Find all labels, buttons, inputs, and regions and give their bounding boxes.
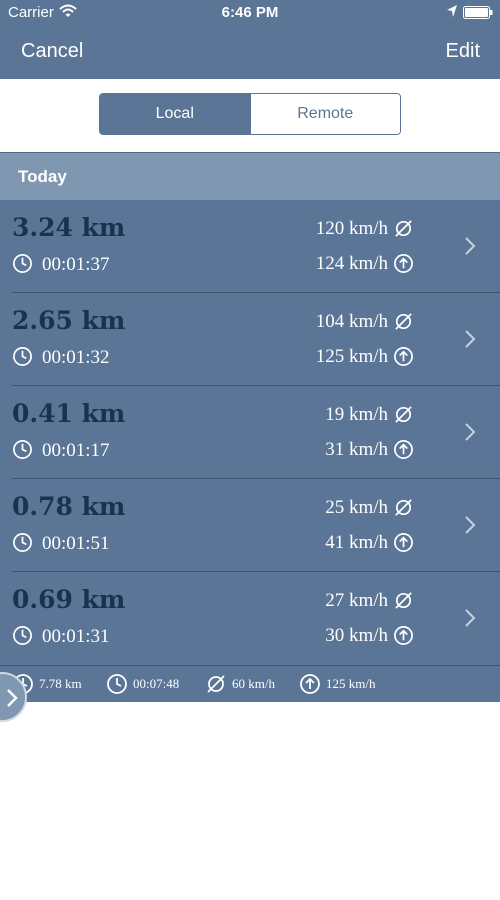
ride-avg-speed: 19 km/h [325, 404, 388, 425]
ride-row[interactable]: 3.24 km 00:01:37 120 km/h 124 km/h [0, 200, 500, 293]
status-bar: Carrier 6:46 PM [0, 0, 500, 26]
clock-icon [13, 533, 32, 552]
ride-row[interactable]: 0.41 km 00:01:17 19 km/h 31 km/h [0, 386, 500, 479]
clock-icon [13, 440, 32, 459]
ride-distance: 0.78 km [12, 492, 126, 521]
total-max-speed: 125 km/h [299, 672, 375, 696]
chevron-right-icon [465, 609, 476, 627]
total-max-speed-value: 125 km/h [326, 676, 376, 691]
status-time: 6:46 PM [221, 4, 279, 21]
chevron-right-icon [7, 689, 18, 707]
segment-remote[interactable]: Remote [249, 94, 400, 134]
arrow-up-circle-icon [394, 440, 413, 459]
ride-avg-speed: 27 km/h [325, 590, 388, 611]
arrow-up-circle-icon [394, 347, 413, 366]
clock-icon [13, 347, 32, 366]
chevron-right-icon [465, 330, 476, 348]
clock-icon [13, 254, 32, 273]
clock-icon [107, 674, 127, 694]
clock-icon [13, 626, 32, 645]
total-avg-speed-value: 60 km/h [232, 676, 275, 691]
ride-duration: 00:01:37 [42, 254, 110, 275]
edit-button[interactable]: Edit [446, 40, 480, 63]
arrow-up-circle-icon [394, 254, 413, 273]
total-duration-value: 00:07:48 [133, 676, 180, 691]
ride-duration: 00:01:31 [42, 626, 110, 647]
totals-bar: 7.78 km 00:07:48 60 km/h 125 km/h [0, 665, 500, 702]
section-title: Today [18, 167, 67, 186]
cancel-button[interactable]: Cancel [21, 40, 83, 63]
ride-avg-speed: 25 km/h [325, 497, 388, 518]
arrow-up-circle-icon [394, 626, 413, 645]
arrow-up-circle-icon [300, 674, 320, 694]
chevron-right-icon [465, 423, 476, 441]
ride-row[interactable]: 0.78 km 00:01:51 25 km/h 41 km/h [0, 479, 500, 572]
ride-duration: 00:01:17 [42, 440, 110, 461]
ride-distance: 3.24 km [12, 213, 126, 242]
segment-local[interactable]: Local [100, 94, 250, 134]
segment-bar: Local Remote [0, 79, 500, 152]
chevron-right-icon [465, 237, 476, 255]
ride-distance: 2.65 km [12, 306, 126, 335]
chevron-right-icon [465, 516, 476, 534]
segmented-control: Local Remote [99, 93, 401, 135]
arrow-up-circle-icon [394, 533, 413, 552]
battery-icon [463, 6, 493, 19]
average-symbol-icon [395, 406, 412, 423]
ride-duration: 00:01:32 [42, 347, 110, 368]
ride-avg-speed: 104 km/h [315, 311, 388, 332]
ride-list: 3.24 km 00:01:37 120 km/h 124 km/h 2.65 km 00… [0, 200, 500, 665]
average-symbol-icon [395, 592, 412, 609]
average-symbol-icon [395, 220, 412, 237]
ride-row[interactable]: 0.69 km 00:01:31 27 km/h 30 km/h [0, 572, 500, 665]
ride-max-speed: 31 km/h [325, 439, 388, 460]
total-avg-speed: 60 km/h [205, 672, 275, 696]
ride-row[interactable]: 2.65 km 00:01:32 104 km/h 125 km/h [0, 293, 500, 386]
section-header: Today [0, 152, 500, 200]
ride-max-speed: 41 km/h [325, 532, 388, 553]
ride-max-speed: 125 km/h [315, 346, 388, 367]
ride-distance: 0.41 km [12, 399, 126, 428]
ride-duration: 00:01:51 [42, 533, 110, 554]
average-symbol-icon [207, 675, 225, 693]
location-arrow-icon [447, 5, 457, 17]
average-symbol-icon [395, 313, 412, 330]
ride-max-speed: 124 km/h [315, 253, 388, 274]
total-duration: 00:07:48 [106, 672, 179, 696]
ride-avg-speed: 120 km/h [315, 218, 388, 239]
navigation-bar: Carrier 6:46 PM Cancel Edit [0, 0, 500, 79]
total-distance-value: 7.78 km [39, 676, 82, 691]
ride-distance: 0.69 km [12, 585, 126, 614]
ride-max-speed: 30 km/h [325, 625, 388, 646]
average-symbol-icon [395, 499, 412, 516]
